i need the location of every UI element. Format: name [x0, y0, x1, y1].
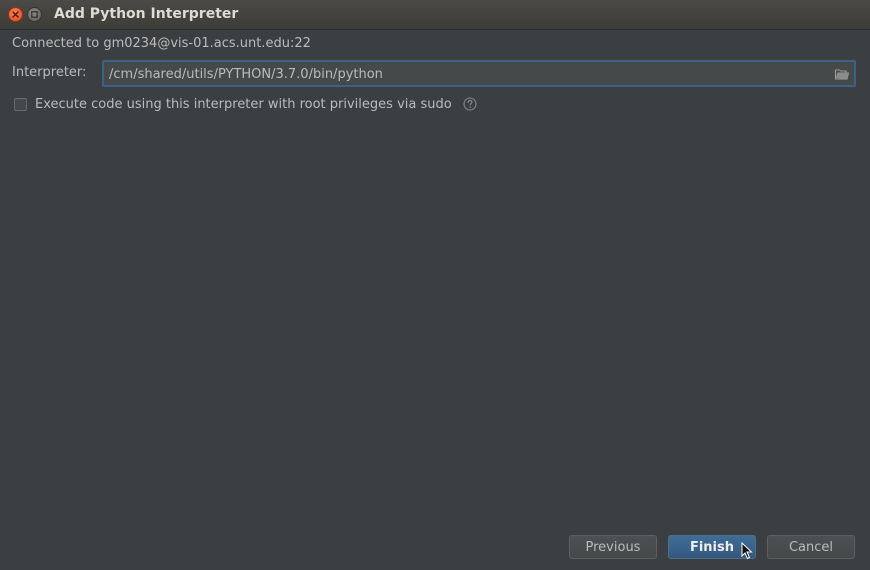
maximize-icon: [31, 11, 38, 18]
sudo-option-row[interactable]: Execute code using this interpreter with…: [14, 95, 477, 113]
cancel-button[interactable]: Cancel: [767, 535, 855, 559]
interpreter-label: Interpreter:: [12, 65, 87, 80]
mouse-pointer-icon: [741, 542, 753, 560]
interpreter-path-input[interactable]: [109, 65, 824, 83]
previous-button[interactable]: Previous: [569, 535, 657, 559]
window-title: Add Python Interpreter: [54, 6, 239, 22]
close-icon: [12, 11, 19, 18]
close-window-button[interactable]: [8, 7, 23, 22]
folder-open-icon[interactable]: [834, 66, 850, 82]
connection-info: Connected to gm0234@vis-01.acs.unt.edu:2…: [12, 36, 311, 51]
add-python-interpreter-dialog: Add Python Interpreter Connected to gm02…: [0, 0, 870, 570]
sudo-option-label[interactable]: Execute code using this interpreter with…: [35, 97, 452, 112]
title-bar: Add Python Interpreter: [0, 0, 870, 30]
maximize-window-button[interactable]: [27, 7, 42, 22]
question-mark-icon[interactable]: [463, 97, 477, 111]
sudo-checkbox[interactable]: [14, 97, 27, 111]
interpreter-path-field[interactable]: [102, 60, 856, 87]
